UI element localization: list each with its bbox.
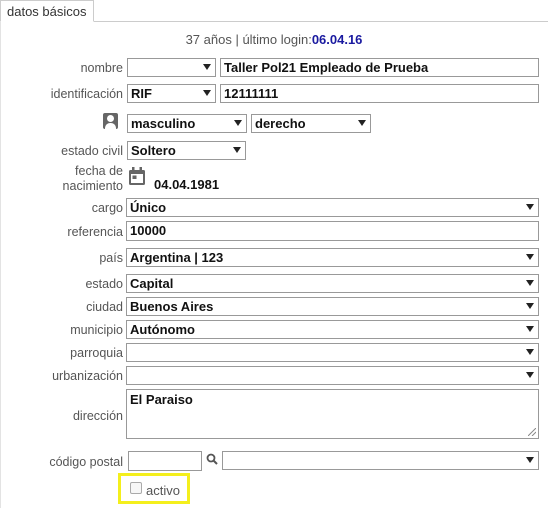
- label-fecha-line2: nacimiento: [62, 179, 123, 193]
- chevron-down-icon: [526, 254, 534, 260]
- age-login-line: 37 años | último login:06.04.16: [0, 32, 548, 47]
- cargo-select[interactable]: Único: [126, 198, 539, 217]
- estado-civil-select[interactable]: Soltero: [127, 141, 246, 160]
- label-codigo-postal: código postal: [49, 455, 123, 469]
- handedness-select[interactable]: derecho: [251, 114, 371, 133]
- label-fecha-line1: fecha de: [75, 164, 123, 178]
- label-estado: estado: [85, 277, 123, 291]
- estado-select[interactable]: Capital: [126, 274, 539, 293]
- chevron-down-icon: [526, 303, 534, 309]
- ciudad-select[interactable]: Buenos Aires: [126, 297, 539, 316]
- label-ciudad: ciudad: [86, 300, 123, 314]
- label-urbanizacion: urbanización: [52, 369, 123, 383]
- chevron-down-icon: [233, 147, 241, 153]
- estado-value: Capital: [130, 276, 174, 291]
- postal-lookup-select[interactable]: [222, 451, 539, 470]
- id-type-value: RIF: [131, 86, 152, 101]
- label-estado-civil: estado civil: [61, 144, 123, 158]
- urbanizacion-select[interactable]: [126, 366, 539, 385]
- codigo-postal-input[interactable]: [128, 451, 202, 471]
- pais-value: Argentina | 123: [130, 250, 224, 265]
- cargo-value: Único: [130, 200, 167, 215]
- tab-datos-basicos[interactable]: datos básicos: [0, 0, 94, 22]
- tab-bar: datos básicos: [0, 0, 548, 22]
- parroquia-select[interactable]: [126, 343, 539, 362]
- label-cargo: cargo: [91, 201, 123, 215]
- label-nombre: nombre: [80, 61, 123, 75]
- municipio-value: Autónomo: [130, 322, 195, 337]
- municipio-select[interactable]: Autónomo: [126, 320, 539, 339]
- age-login-text: 37 años | último login:: [185, 32, 312, 47]
- id-number-input[interactable]: 12111111: [220, 84, 539, 103]
- chevron-down-icon: [234, 120, 242, 126]
- handedness-value: derecho: [255, 116, 306, 131]
- chevron-down-icon: [526, 349, 534, 355]
- estado-civil-value: Soltero: [131, 143, 176, 158]
- chevron-down-icon: [203, 90, 211, 96]
- activo-checkbox[interactable]: [130, 482, 142, 494]
- label-direccion: dirección: [72, 409, 123, 423]
- chevron-down-icon: [526, 457, 534, 463]
- gender-value: masculino: [131, 116, 196, 131]
- nombre-input[interactable]: Taller Pol21 Empleado de Prueba: [220, 58, 539, 77]
- label-referencia: referencia: [67, 225, 123, 239]
- resize-handle-icon[interactable]: [528, 428, 536, 436]
- birth-date-value: 04.04.1981: [154, 177, 220, 192]
- chevron-down-icon: [526, 280, 534, 286]
- last-login-date: 06.04.16: [311, 32, 363, 47]
- id-type-select[interactable]: RIF: [127, 84, 216, 103]
- calendar-icon[interactable]: [129, 167, 145, 185]
- chevron-down-icon: [526, 204, 534, 210]
- gender-select[interactable]: masculino: [127, 114, 247, 133]
- label-municipio: municipio: [70, 323, 123, 337]
- label-identificacion: identificación: [50, 87, 123, 101]
- ciudad-value: Buenos Aires: [130, 299, 214, 314]
- chevron-down-icon: [203, 64, 211, 70]
- activo-label[interactable]: activo: [146, 483, 180, 498]
- pais-select[interactable]: Argentina | 123: [126, 248, 539, 267]
- chevron-down-icon: [526, 326, 534, 332]
- label-pais: país: [99, 251, 123, 265]
- referencia-input[interactable]: 10000: [126, 221, 539, 241]
- person-icon: [103, 113, 118, 129]
- direccion-value: El Paraiso: [130, 392, 193, 407]
- chevron-down-icon: [358, 120, 366, 126]
- label-parroquia: parroquia: [70, 346, 123, 360]
- chevron-down-icon: [526, 372, 534, 378]
- label-fecha-nacimiento: fecha de nacimiento: [63, 164, 123, 194]
- direccion-textarea[interactable]: El Paraiso: [126, 389, 539, 439]
- title-select[interactable]: [127, 58, 216, 77]
- search-icon[interactable]: [206, 453, 218, 465]
